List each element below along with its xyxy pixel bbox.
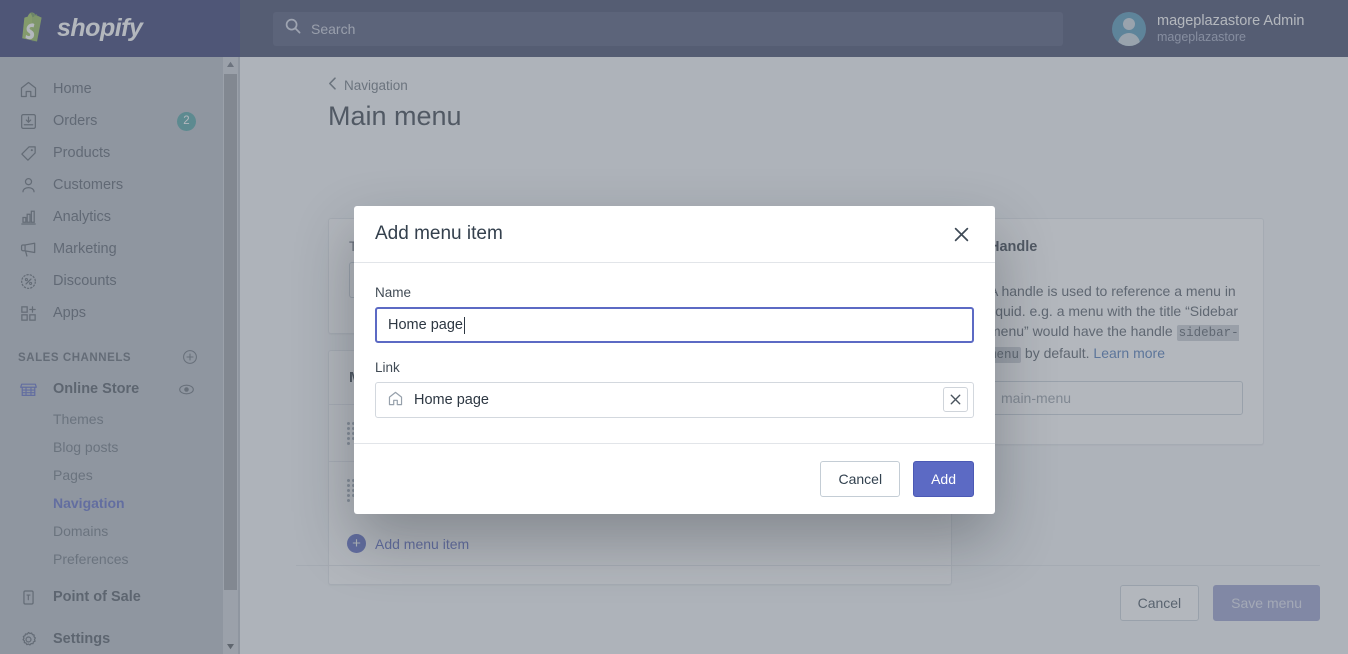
home-icon <box>387 390 404 411</box>
link-field-label: Link <box>375 360 400 375</box>
modal-footer: Cancel Add <box>354 443 995 514</box>
clear-x-icon[interactable] <box>943 387 968 412</box>
shopify-admin-window: shopify Search mageplazastore Admin mage… <box>0 0 1348 654</box>
modal-header: Add menu item <box>354 206 995 263</box>
modal-body: Name Home page Link Home page <box>354 263 995 443</box>
name-field-label: Name <box>375 285 412 300</box>
link-input-value: Home page <box>414 392 489 408</box>
link-row: Home page <box>375 382 974 418</box>
modal-title: Add menu item <box>375 223 503 244</box>
add-menu-item-modal: Add menu item Name Home page Link Home p… <box>354 206 995 514</box>
text-caret <box>463 316 465 334</box>
modal-cancel-button[interactable]: Cancel <box>820 461 901 497</box>
name-input-value: Home page <box>388 317 463 333</box>
modal-add-button[interactable]: Add <box>913 461 974 497</box>
close-x-icon[interactable] <box>948 221 974 247</box>
link-input[interactable]: Home page <box>375 382 974 418</box>
name-input[interactable]: Home page <box>375 307 974 343</box>
